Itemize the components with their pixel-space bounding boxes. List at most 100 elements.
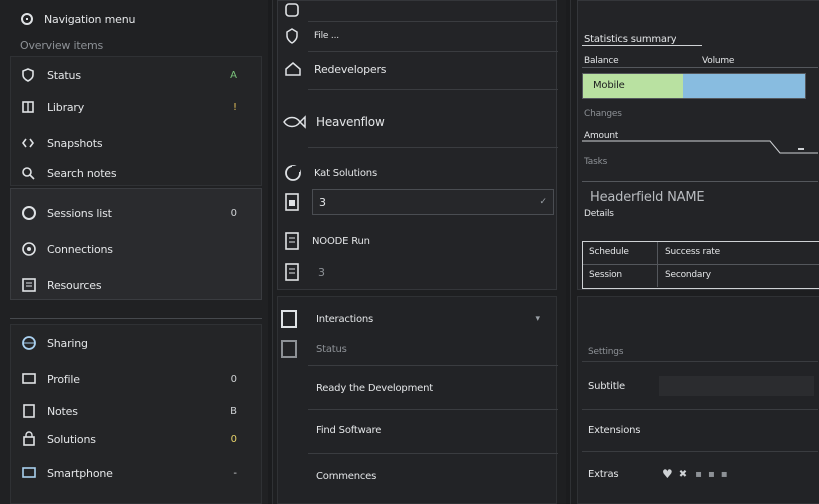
divider [308, 365, 558, 366]
frame-icon [280, 309, 298, 329]
list-item-label: Interactions [316, 313, 374, 325]
file-icon [284, 262, 300, 282]
sidebar-item-label: Library [47, 100, 85, 114]
settings-label: Subtitle [588, 380, 625, 392]
right-panel: Statistics summary Balance Volume Mobile… [570, 0, 819, 504]
dot-icon: ▪ [707, 468, 715, 480]
settings-row-extras[interactable]: Extras ♥ ✖ ▪ ▪ ▪ [588, 463, 814, 485]
sidebar-item-smartphone[interactable]: Smartphone - [21, 463, 253, 483]
list-item-interactions[interactable]: Interactions ▾ [280, 307, 552, 331]
sidebar-item-label: Status [47, 68, 81, 82]
left-group3: Sharing Profile 0 Notes B Solutions 0 Sm… [10, 324, 262, 504]
field-a-value[interactable]: Volume [702, 56, 734, 66]
list-item-label: NOODE Run [312, 235, 370, 247]
left-group1: Status A Library ! Snapshots Search note… [10, 56, 262, 186]
magnify-icon [21, 166, 35, 180]
sidebar-item-notes[interactable]: Notes B [21, 401, 253, 421]
table-row[interactable]: Session Secondary [583, 265, 819, 287]
settings-title-row: Settings [588, 345, 814, 359]
screen-icon [21, 465, 37, 481]
sidebar-item-sharing[interactable]: Sharing [21, 333, 253, 353]
list-item-find-software[interactable]: Find Software [316, 419, 552, 441]
table-cell: Session [589, 270, 622, 280]
left-section1-title: Overview items [20, 38, 104, 52]
table-cell: Secondary [665, 270, 711, 280]
list-item-commences[interactable]: Commences [316, 465, 552, 487]
sidebar-item-label: Notes [47, 404, 78, 418]
divider [10, 318, 262, 319]
sidebar-item-connections[interactable]: Connections [21, 239, 253, 259]
lock-icon [21, 431, 37, 447]
settings-card: Settings Subtitle Extensions Extras ♥ ✖ … [577, 296, 819, 504]
status-badge: ! [232, 101, 237, 113]
text-field[interactable]: 3 [312, 261, 554, 283]
input-row-1: 3 ✓ [284, 189, 554, 215]
house-icon [284, 61, 302, 77]
list-item-label: File ... [314, 31, 339, 41]
settings-row-extensions[interactable]: Extensions [588, 419, 814, 441]
count-badge: - [233, 467, 237, 479]
sidebar-item-search-notes[interactable]: Search notes [21, 163, 253, 183]
amount-slider[interactable] [582, 137, 818, 157]
list-item-label: Commences [316, 470, 377, 482]
circle-icon [21, 205, 37, 221]
divider [308, 89, 558, 90]
file-icon [284, 192, 300, 212]
list-item-ready[interactable]: Ready the Development [316, 377, 552, 399]
big-heading: Headerfield NAME [590, 189, 705, 205]
gear-icon [20, 12, 34, 26]
chevron-down-icon[interactable]: ▾ [535, 314, 540, 324]
list-item-kat-solutions[interactable]: Kat Solutions [284, 161, 554, 185]
chat-icon [284, 164, 302, 182]
table-cell: Success rate [665, 247, 720, 257]
home-icon [284, 2, 300, 18]
chevron-down-icon[interactable]: ✓ [539, 197, 547, 207]
changes-label: Changes [584, 109, 622, 119]
sidebar-item-snapshots[interactable]: Snapshots [21, 133, 253, 153]
tasks-row: Tasks [584, 155, 814, 169]
divider [582, 45, 702, 46]
divider [308, 147, 558, 148]
cloud-icon [21, 241, 37, 257]
text-field[interactable]: 3 ✓ [312, 189, 554, 215]
sidebar-item-label: Sharing [47, 336, 88, 350]
divider [308, 409, 558, 410]
table-cell: Schedule [589, 247, 629, 257]
book-icon [21, 100, 35, 114]
close-icon[interactable]: ✖ [679, 469, 687, 480]
frame-icon [280, 339, 298, 359]
list-item-label: Ready the Development [316, 382, 433, 394]
stats-title: Statistics summary [584, 33, 677, 45]
divider [308, 453, 558, 454]
middle-list: File ... Redevelopers Heavenflow Kat Sol… [277, 0, 558, 290]
divider [582, 181, 818, 182]
settings-row-subtitle[interactable]: Subtitle [588, 375, 814, 397]
progress-bar: Mobile [582, 73, 806, 99]
sidebar-item-sessions[interactable]: Sessions list 0 [21, 203, 253, 223]
settings-input[interactable] [659, 376, 814, 396]
dot-icon: ▪ [720, 468, 728, 480]
sidebar-item-label: Search notes [47, 166, 117, 180]
dot-icon: ▪ [695, 468, 702, 480]
list-item-status[interactable]: Status [280, 337, 552, 361]
left-header-title: Navigation menu [44, 12, 136, 26]
count-badge: 0 [230, 207, 237, 219]
left-header-row[interactable]: Navigation menu [20, 10, 260, 28]
sidebar-item-profile[interactable]: Profile 0 [21, 369, 253, 389]
list-item-noode-run[interactable]: NOODE Run [284, 229, 554, 253]
sidebar-item-solutions[interactable]: Solutions 0 [21, 429, 253, 449]
table-row[interactable]: Schedule Success rate [583, 242, 819, 265]
file-icon [284, 231, 300, 251]
sidebar-item-status[interactable]: Status A [21, 65, 253, 85]
input-row-2: 3 [284, 259, 554, 285]
list-item-redevelopers[interactable]: Redevelopers [284, 57, 554, 81]
data-table: Schedule Success rate Session Secondary [582, 241, 819, 289]
list-item-label: Find Software [316, 424, 382, 436]
heart-icon[interactable]: ♥ [662, 467, 673, 481]
list-item-file[interactable]: File ... [284, 25, 554, 47]
list-item-heavenflow[interactable]: Heavenflow [282, 109, 554, 135]
sidebar-item-library[interactable]: Library ! [21, 97, 253, 117]
list-item-home[interactable] [284, 1, 554, 19]
sidebar-item-resources[interactable]: Resources [21, 275, 253, 295]
left-group2: Sessions list 0 Connections Resources [10, 188, 262, 300]
